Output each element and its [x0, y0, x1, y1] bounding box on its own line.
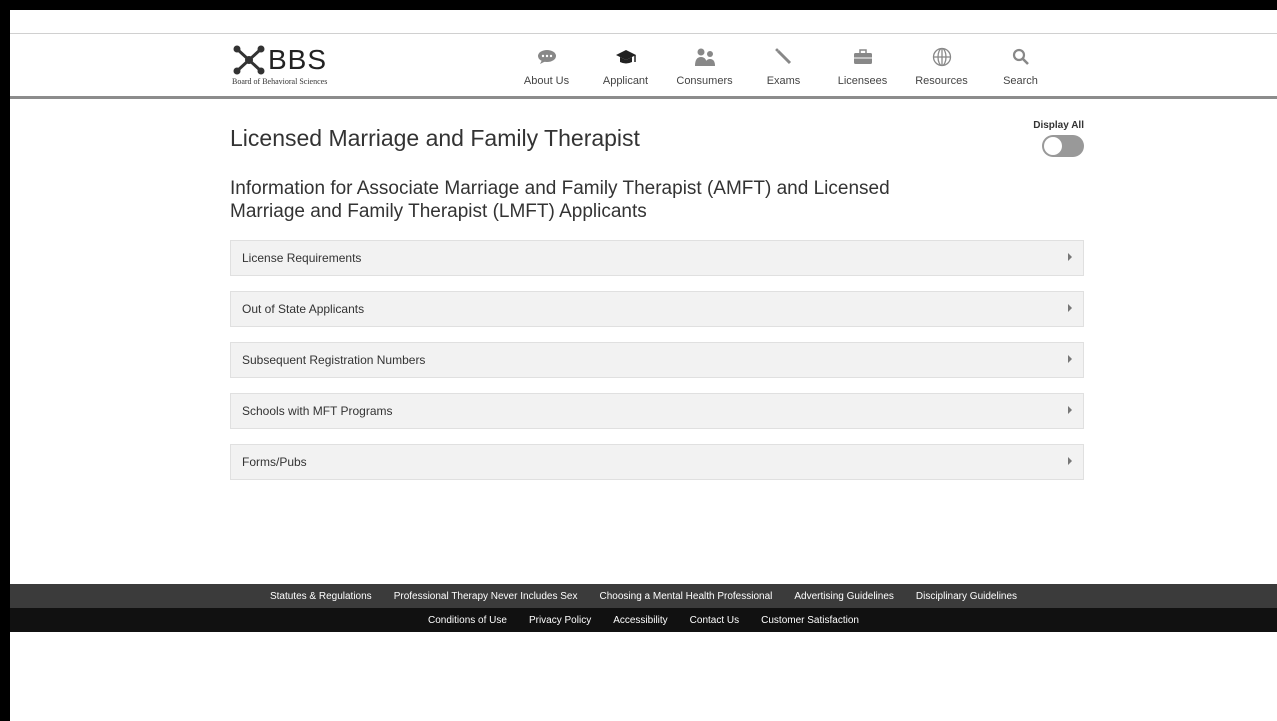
nav-exams[interactable]: Exams: [744, 34, 823, 99]
nav-label: Licensees: [837, 75, 888, 87]
pencil-icon: [772, 47, 796, 67]
bbs-logo-mark-icon: [233, 45, 265, 75]
nav-licensees[interactable]: Licensees: [823, 34, 902, 99]
browser-viewport: BBS Board of Behavioral Sciences About U…: [10, 10, 1277, 721]
display-all-label: Display All: [1033, 120, 1084, 131]
accordion-label: Out of State Applicants: [242, 302, 365, 316]
footer-link-privacy-policy[interactable]: Privacy Policy: [529, 615, 591, 626]
accordion-schools-with-mft-programs[interactable]: Schools with MFT Programs: [230, 393, 1084, 429]
caret-right-icon: [1068, 406, 1072, 414]
nav-consumers[interactable]: Consumers: [665, 34, 744, 99]
footer-link-advertising-guidelines[interactable]: Advertising Guidelines: [794, 591, 894, 602]
footer-link-choosing-professional[interactable]: Choosing a Mental Health Professional: [600, 591, 773, 602]
caret-right-icon: [1068, 457, 1072, 465]
page-subtitle: Information for Associate Marriage and F…: [230, 178, 890, 222]
nav-label: Search: [1003, 75, 1038, 87]
accordion: License Requirements Out of State Applic…: [230, 240, 1084, 495]
search-icon: [1009, 47, 1033, 67]
site-header: BBS Board of Behavioral Sciences About U…: [10, 34, 1277, 99]
toggle-knob: [1044, 137, 1062, 155]
graduation-cap-icon: [614, 47, 638, 67]
caret-right-icon: [1068, 253, 1072, 261]
footer-link-contact-us[interactable]: Contact Us: [690, 615, 739, 626]
accordion-label: Schools with MFT Programs: [242, 404, 393, 418]
nav-resources[interactable]: Resources: [902, 34, 981, 99]
accordion-out-of-state-applicants[interactable]: Out of State Applicants: [230, 291, 1084, 327]
accordion-license-requirements[interactable]: License Requirements: [230, 240, 1084, 276]
accordion-label: Subsequent Registration Numbers: [242, 353, 426, 367]
footer-link-conditions-of-use[interactable]: Conditions of Use: [428, 615, 507, 626]
nav-applicant[interactable]: Applicant: [586, 34, 665, 99]
briefcase-icon: [851, 47, 875, 67]
accordion-forms-pubs[interactable]: Forms/Pubs: [230, 444, 1084, 480]
bbs-logo[interactable]: BBS Board of Behavioral Sciences: [232, 44, 392, 90]
footer-link-customer-satisfaction[interactable]: Customer Satisfaction: [761, 615, 859, 626]
top-strip: [10, 10, 1277, 34]
footer-link-disciplinary-guidelines[interactable]: Disciplinary Guidelines: [916, 591, 1017, 602]
nav-about-us[interactable]: About Us: [507, 34, 586, 99]
caret-right-icon: [1068, 355, 1072, 363]
caret-right-icon: [1068, 304, 1072, 312]
page-title: Licensed Marriage and Family Therapist: [230, 125, 640, 151]
accordion-label: License Requirements: [242, 251, 362, 265]
nav-label: Applicant: [602, 75, 649, 87]
people-icon: [693, 47, 717, 67]
main-nav: About Us Applicant Consumers Exams Licen…: [507, 34, 1060, 99]
logo-text: BBS: [268, 44, 328, 75]
nav-search[interactable]: Search: [981, 34, 1060, 99]
accordion-label: Forms/Pubs: [242, 455, 307, 469]
nav-label: Exams: [766, 75, 801, 87]
display-all-toggle[interactable]: [1042, 135, 1084, 157]
footer-link-accessibility[interactable]: Accessibility: [613, 615, 667, 626]
logo-subtitle: Board of Behavioral Sciences: [232, 77, 328, 86]
display-all-control: Display All: [1024, 120, 1084, 162]
nav-label: Consumers: [676, 75, 733, 87]
speech-bubble-icon: [535, 47, 559, 67]
globe-icon: [930, 47, 954, 67]
nav-label: Resources: [915, 75, 968, 87]
footer-links-primary: Statutes & Regulations Professional Ther…: [10, 584, 1277, 608]
footer-link-statutes[interactable]: Statutes & Regulations: [270, 591, 372, 602]
footer-links-secondary: Conditions of Use Privacy Policy Accessi…: [10, 608, 1277, 632]
accordion-subsequent-registration-numbers[interactable]: Subsequent Registration Numbers: [230, 342, 1084, 378]
footer-link-therapy-never-includes-sex[interactable]: Professional Therapy Never Includes Sex: [394, 591, 578, 602]
nav-label: About Us: [523, 75, 570, 87]
